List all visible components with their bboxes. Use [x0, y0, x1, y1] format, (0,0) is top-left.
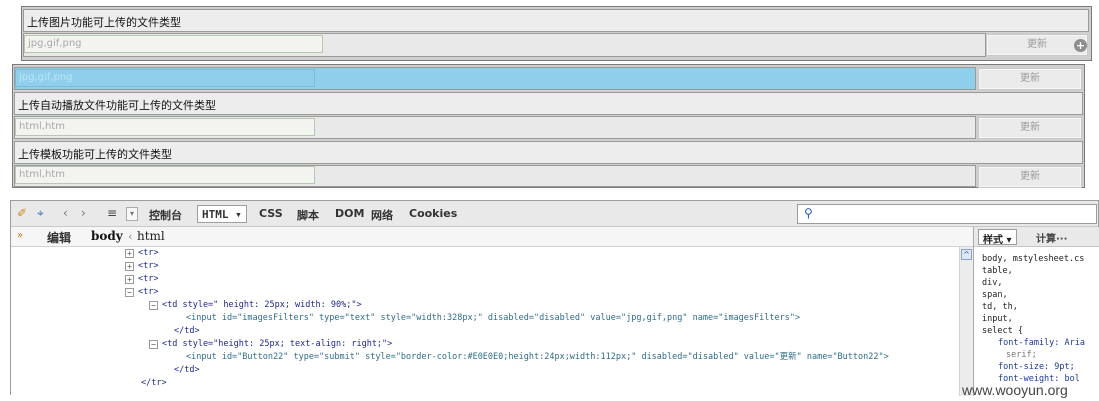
row1-label: 上传图片功能可上传的文件类型: [23, 9, 1089, 32]
forward-icon[interactable]: ›: [81, 206, 86, 220]
update-button-2[interactable]: 更新: [978, 68, 1082, 90]
expand-toggle-icon[interactable]: +: [125, 262, 134, 271]
vertical-scrollbar[interactable]: ^: [959, 247, 973, 396]
row4-label: 上传模板功能可上传的文件类型: [14, 141, 1083, 164]
update-button-4[interactable]: 更新: [978, 166, 1082, 188]
tab-css[interactable]: CSS: [259, 207, 283, 220]
autoplay-filters-input[interactable]: html,htm: [15, 118, 315, 136]
expand-toggle-icon[interactable]: +: [125, 249, 134, 258]
firebug-icon[interactable]: ✐: [17, 206, 27, 220]
tree-row[interactable]: − <td style="height: 25px; text-align: ri…: [149, 338, 392, 351]
css-line: input,: [982, 314, 1013, 324]
tree-row[interactable]: </tr>: [141, 377, 167, 390]
breadcrumb-html[interactable]: html: [137, 229, 165, 243]
tab-script[interactable]: 脚本: [297, 207, 319, 223]
tree-row[interactable]: + <tr>: [125, 273, 158, 286]
css-line[interactable]: serif;: [982, 349, 1085, 361]
html-tree: + <tr> + <tr> + <tr> − <tr> − <td style=" hei…: [11, 247, 959, 396]
plus-circle-icon[interactable]: +: [1074, 39, 1087, 52]
tree-row[interactable]: </td>: [174, 364, 200, 377]
css-line: td, th,: [982, 302, 1018, 312]
css-line: div,: [982, 278, 1003, 288]
collapse-toggle-icon[interactable]: −: [149, 301, 158, 310]
menu-icon[interactable]: ≡: [107, 206, 117, 220]
css-line: body, mstylesheet.cs: [982, 254, 1085, 264]
tab-style[interactable]: 样式 ▾: [978, 229, 1017, 246]
devtools-panel: ✐ ⌖ ‹ › ≡ ▾ 控制台 HTML ▾ CSS 脚本 DOM 网络 Coo…: [10, 200, 1099, 396]
css-line: select {: [982, 326, 1023, 336]
row3-label: 上传自动播放文件功能可上传的文件类型: [14, 92, 1083, 115]
breadcrumb-body[interactable]: body: [91, 229, 123, 243]
collapse-toggle-icon[interactable]: −: [149, 340, 158, 349]
tab-cookies[interactable]: Cookies: [409, 207, 457, 220]
css-line: span,: [982, 290, 1008, 300]
tree-row[interactable]: <input id="Button22" type="submit" style…: [186, 351, 889, 364]
breadcrumb-separator-icon: ‹: [128, 230, 133, 243]
tree-row[interactable]: − <tr>: [125, 286, 158, 299]
css-line[interactable]: font-size: 9pt;: [982, 361, 1085, 373]
side-tabs: 样式 ▾ 计算···: [974, 227, 1099, 247]
search-icon: ⚲: [804, 206, 813, 220]
tab-html[interactable]: HTML ▾: [197, 205, 247, 223]
tree-row[interactable]: − <td style=" height: 25px; width: 90%;">: [149, 299, 362, 312]
tree-row[interactable]: + <tr>: [125, 260, 158, 273]
css-line: table,: [982, 266, 1013, 276]
tab-dom[interactable]: DOM: [335, 207, 364, 220]
collapse-toggle-icon[interactable]: −: [125, 288, 134, 297]
tree-row[interactable]: + <tr>: [125, 247, 158, 260]
update-button-3[interactable]: 更新: [978, 117, 1082, 139]
tab-network[interactable]: 网络: [371, 207, 393, 223]
watermark: www.wooyun.org: [962, 382, 1068, 398]
images-filters-input[interactable]: jpg,gif,png: [24, 35, 323, 53]
expand-icon[interactable]: »: [17, 230, 23, 241]
tree-row[interactable]: <input id="imagesFilters" type="text" st…: [186, 312, 800, 325]
style-side-panel: 样式 ▾ 计算··· body, mstylesheet.cs table, d…: [973, 227, 1099, 396]
css-line[interactable]: font-family: Aria: [982, 337, 1085, 349]
edit-button[interactable]: 编辑: [47, 229, 71, 246]
tab-computed[interactable]: 计算···: [1036, 230, 1067, 245]
tree-row[interactable]: </td>: [174, 325, 200, 338]
row2-text-input[interactable]: jpg,gif,png: [15, 69, 315, 87]
back-icon[interactable]: ‹: [63, 206, 68, 220]
devtools-toolbar: ✐ ⌖ ‹ › ≡ ▾ 控制台 HTML ▾ CSS 脚本 DOM 网络 Coo…: [11, 201, 1098, 227]
css-rules: body, mstylesheet.cs table, div, span, t…: [982, 253, 1085, 385]
breadcrumb: » 编辑 body ‹ html: [11, 227, 973, 247]
template-filters-input[interactable]: html,htm: [15, 166, 315, 184]
inspect-icon[interactable]: ⌖: [37, 206, 44, 221]
update-button-1[interactable]: 更新: [986, 34, 1088, 56]
expand-toggle-icon[interactable]: +: [125, 275, 134, 284]
tab-console[interactable]: 控制台: [149, 207, 182, 223]
scroll-up-icon[interactable]: ^: [961, 249, 972, 260]
dropdown-icon[interactable]: ▾: [126, 207, 138, 221]
search-input[interactable]: ⚲: [797, 204, 1097, 224]
